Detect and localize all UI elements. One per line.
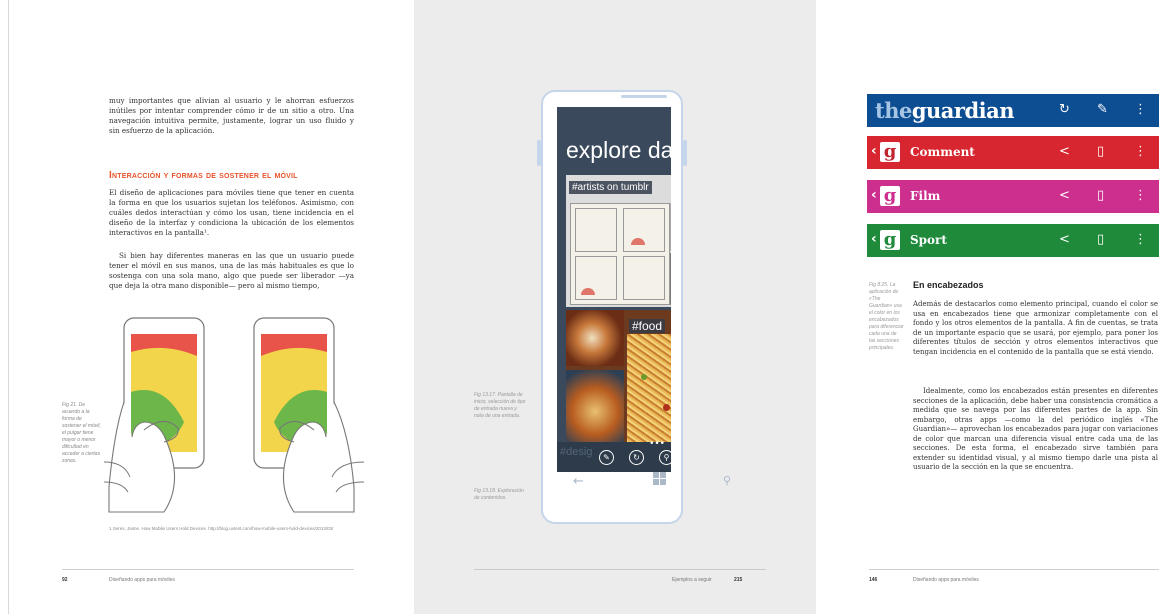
phone-mockup: explore dashbo #artists on tumblr JANES — [541, 90, 731, 524]
left-page: muy importantes que alivian al usuario y… — [0, 0, 414, 614]
windows-icon[interactable] — [653, 472, 666, 485]
tile-label: #artists on tumblr — [569, 181, 652, 194]
back-icon[interactable]: ‹ — [871, 187, 877, 203]
back-icon[interactable]: ‹ — [871, 231, 877, 247]
body-paragraph-1: El diseño de aplicaciones para móviles t… — [109, 188, 354, 237]
share-icon[interactable]: < — [1059, 144, 1070, 159]
figure-caption-1: Fig 13.17. Pantalla de inicio, selección… — [474, 392, 526, 419]
refresh-icon[interactable]: ↻ — [629, 450, 644, 465]
figure-caption: Fig 21. De acuerdo a la forma de sostene… — [62, 402, 101, 464]
phone-screen: explore dashbo #artists on tumblr JANES — [557, 107, 671, 462]
edit-icon[interactable]: ✎ — [599, 450, 614, 465]
page-number: 146 — [869, 577, 878, 583]
bookmark-icon[interactable]: ▯ — [1097, 144, 1104, 159]
comic-panel — [570, 203, 670, 305]
screen-title: explore dashbo — [566, 137, 671, 163]
running-footer: Diseñando apps para móviles — [913, 577, 979, 583]
back-icon[interactable]: ← — [573, 474, 584, 489]
share-icon[interactable]: < — [1059, 188, 1070, 203]
guardian-g-icon: g — [880, 186, 900, 206]
intro-paragraph: muy importantes que alivian al usuario y… — [109, 96, 354, 135]
page-edge-line — [8, 0, 9, 614]
right-page: theguardian ↻ ✎ ⋮ ‹ g Comment < ▯ ⋮ ‹ g … — [816, 0, 1159, 614]
more-icon[interactable]: ⋮ — [1134, 188, 1147, 203]
guardian-logo: theguardian — [875, 98, 1015, 123]
running-footer: Diseñando apps para móviles — [109, 577, 175, 583]
section-label: Film — [910, 189, 941, 203]
footnote: 1 Seres, Jaime. How Mobile Users Hold De… — [109, 526, 334, 531]
section-bar-sport[interactable]: ‹ g Sport < ▯ ⋮ — [867, 224, 1159, 257]
search-icon[interactable]: ⚲ — [723, 474, 731, 487]
section-title: Interacción y formas de sostener el móvi… — [109, 170, 298, 181]
tile-label: #desig — [560, 446, 593, 458]
hand-grip-illustration — [104, 317, 364, 513]
more-icon[interactable]: ⋮ — [1134, 102, 1147, 117]
guardian-g-icon: g — [880, 230, 900, 250]
more-icon[interactable]: ⋮ — [1134, 232, 1147, 247]
guardian-g-icon: g — [880, 142, 900, 162]
back-icon[interactable]: ‹ — [871, 143, 877, 159]
comic-panel-dark — [670, 253, 671, 305]
bookmark-icon[interactable]: ▯ — [1097, 232, 1104, 247]
power-button — [683, 140, 687, 166]
share-icon[interactable]: < — [1059, 232, 1070, 247]
body-paragraph-2: Si bien hay diferentes maneras en las qu… — [109, 251, 354, 290]
footer-rule — [474, 569, 766, 570]
footer-rule — [869, 569, 1159, 570]
tile-label: #food — [629, 319, 666, 333]
comic-panel-janes: JANES — [670, 203, 671, 251]
page-number: 215 — [734, 577, 743, 583]
guardian-header-bar: theguardian ↻ ✎ ⋮ — [867, 94, 1159, 127]
section-label: Sport — [910, 233, 947, 247]
center-page: explore dashbo #artists on tumblr JANES — [414, 0, 816, 614]
phone-speaker — [621, 95, 667, 98]
more-icon[interactable]: ⋮ — [1134, 144, 1147, 159]
section-heading: En encabezados — [913, 280, 984, 290]
footer-rule — [62, 569, 354, 570]
edit-icon[interactable]: ✎ — [1097, 102, 1108, 117]
section-label: Comment — [910, 145, 975, 159]
volume-button — [537, 140, 541, 166]
search-icon[interactable]: ⚲ — [659, 450, 674, 465]
tile-artists[interactable]: #artists on tumblr JANES — [566, 175, 671, 307]
app-bar: #desig ••• — [557, 439, 671, 472]
body-paragraph-2: Idealmente, como los encabezados están p… — [913, 387, 1158, 471]
figure-caption: Fig 8.25. La aplicación de «The Guardian… — [869, 282, 904, 351]
food-photo-1 — [566, 310, 624, 366]
more-icon[interactable]: ••• — [649, 439, 665, 449]
page-number: 92 — [62, 577, 68, 583]
body-paragraph-1: Además de destacarlos como elemento prin… — [913, 300, 1158, 356]
running-footer: Ejemplos a seguir — [672, 577, 712, 583]
section-bar-film[interactable]: ‹ g Film < ▯ ⋮ — [867, 180, 1159, 213]
section-bar-comment[interactable]: ‹ g Comment < ▯ ⋮ — [867, 136, 1159, 169]
refresh-icon[interactable]: ↻ — [1059, 102, 1070, 117]
bookmark-icon[interactable]: ▯ — [1097, 188, 1104, 203]
figure-caption-2: Fig 13.18. Exploración de contenidos. — [474, 488, 524, 501]
